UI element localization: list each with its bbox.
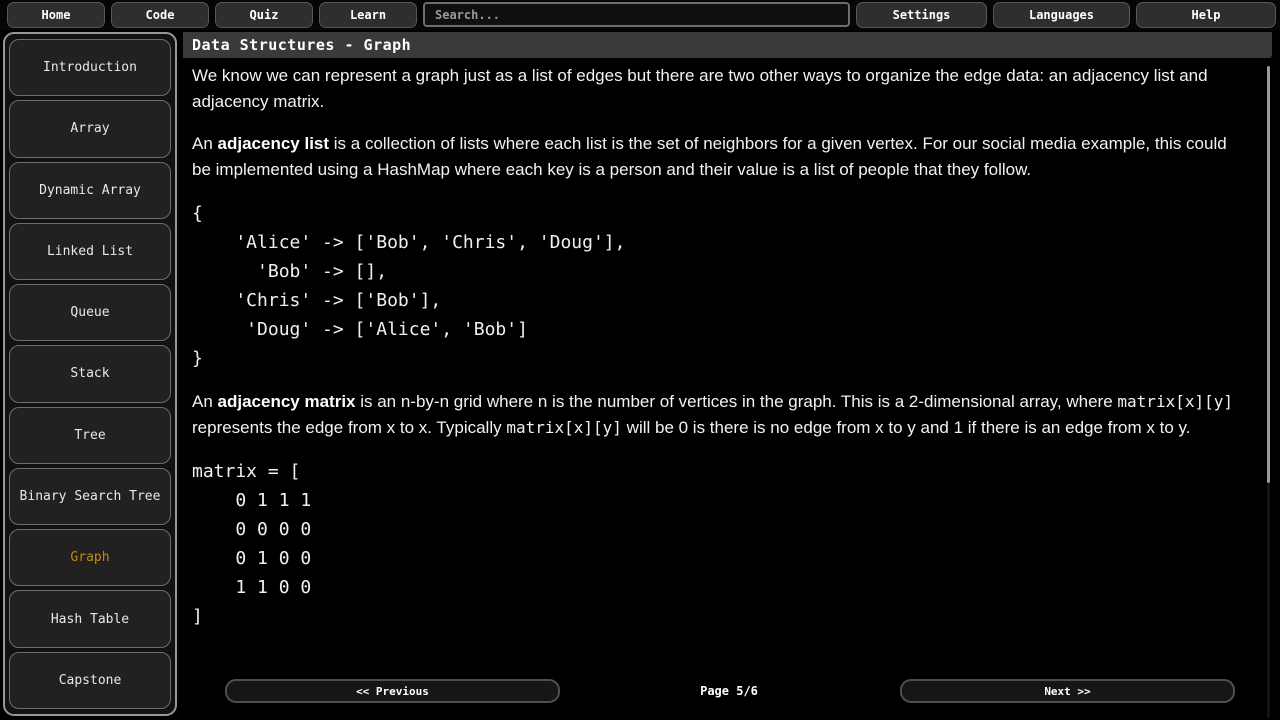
sidebar-item-array[interactable]: Array [9, 100, 171, 157]
tab-settings[interactable]: Settings [856, 2, 987, 28]
lesson-content: We know we can represent a graph just as… [192, 63, 1244, 647]
paragraph-adjacency-matrix: An adjacency matrix is an n-by-n grid wh… [192, 389, 1244, 441]
code-adjacency-matrix: matrix = [ 0 1 1 1 0 0 0 0 0 1 0 0 1 1 0… [192, 457, 1244, 631]
sidebar-item-linked-list[interactable]: Linked List [9, 223, 171, 280]
tab-home[interactable]: Home [7, 2, 105, 28]
sidebar: Introduction Array Dynamic Array Linked … [3, 32, 177, 716]
sidebar-item-capstone[interactable]: Capstone [9, 652, 171, 709]
scrollbar-thumb[interactable] [1267, 66, 1270, 483]
previous-page-button[interactable]: << Previous [225, 679, 560, 703]
sidebar-item-hash-table[interactable]: Hash Table [9, 590, 171, 647]
sidebar-item-tree[interactable]: Tree [9, 407, 171, 464]
sidebar-item-stack[interactable]: Stack [9, 345, 171, 402]
code-adjacency-list: { 'Alice' -> ['Bob', 'Chris', 'Doug'], '… [192, 199, 1244, 373]
tab-help[interactable]: Help [1136, 2, 1276, 28]
sidebar-item-queue[interactable]: Queue [9, 284, 171, 341]
sidebar-item-binary-search-tree[interactable]: Binary Search Tree [9, 468, 171, 525]
tab-quiz[interactable]: Quiz [215, 2, 313, 28]
scrollbar-track[interactable] [1267, 483, 1270, 718]
tab-code[interactable]: Code [111, 2, 209, 28]
search-input[interactable] [423, 2, 850, 27]
page-indicator: Page 5/6 [654, 684, 804, 698]
sidebar-item-introduction[interactable]: Introduction [9, 39, 171, 96]
top-nav: Home Code Quiz Learn Settings Languages … [0, 0, 1280, 30]
sidebar-item-dynamic-array[interactable]: Dynamic Array [9, 162, 171, 219]
tab-learn[interactable]: Learn [319, 2, 417, 28]
content-header: Data Structures - Graph [183, 32, 1272, 58]
tab-languages[interactable]: Languages [993, 2, 1130, 28]
paragraph-edges-intro: We know we can represent a graph just as… [192, 63, 1244, 115]
paragraph-adjacency-list: An adjacency list is a collection of lis… [192, 131, 1244, 183]
next-page-button[interactable]: Next >> [900, 679, 1235, 703]
sidebar-item-graph[interactable]: Graph [9, 529, 171, 586]
page-title: Data Structures - Graph [192, 36, 411, 54]
